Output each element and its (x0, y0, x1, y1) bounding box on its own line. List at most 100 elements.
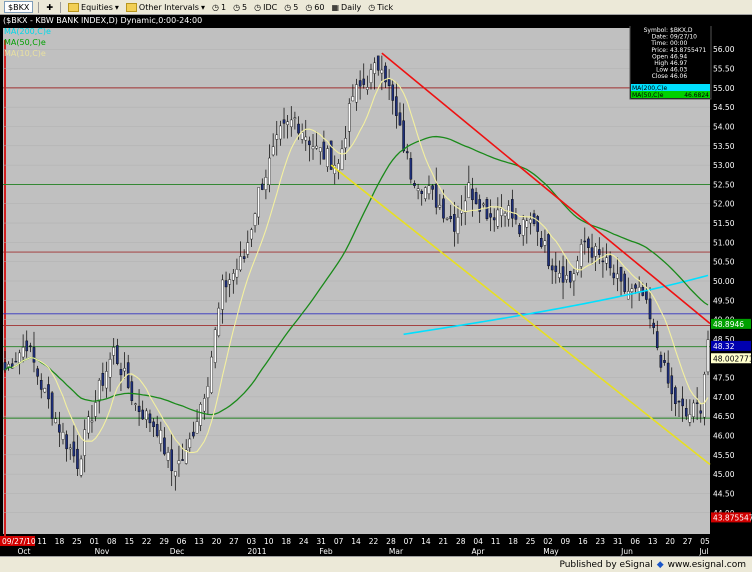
candle-body (666, 362, 670, 384)
candle-body (648, 298, 652, 320)
interval-5[interactable]: ◷ 5 (231, 3, 249, 12)
day-label: 20 (665, 537, 675, 546)
candle-body (507, 205, 510, 220)
day-label: 25 (526, 537, 536, 546)
candle-body (438, 204, 442, 208)
candle-body (123, 367, 126, 372)
candle-body (83, 429, 87, 456)
interval-1[interactable]: ◷ 1 (210, 3, 228, 12)
candle-body (482, 203, 485, 206)
data-window[interactable]: OK Symbol:$BKX,DDate:09/27/10Time:00:00P… (629, 26, 712, 100)
candle-body (29, 345, 32, 348)
month-label: Nov (95, 547, 110, 556)
candle-body (181, 459, 184, 461)
candle-body (14, 360, 18, 363)
candle-body (424, 187, 427, 199)
day-label: 27 (683, 537, 693, 546)
candle-body (612, 272, 616, 279)
candle-body (137, 405, 141, 412)
candle-body (210, 356, 213, 393)
toolbar: $BKX ✚ Equities ▾ Other Intervals ▾ ◷ 1 ◷… (0, 0, 752, 15)
price-tick-label: 53.00 (713, 161, 735, 170)
candle-body (373, 62, 376, 74)
candle-body (645, 291, 648, 300)
price-tick-label: 51.50 (713, 219, 735, 228)
candle-body (116, 345, 119, 364)
toolbar-separator (60, 1, 62, 13)
equities-menu[interactable]: Equities ▾ (66, 2, 121, 12)
candle-body (177, 460, 181, 465)
candle-body (684, 408, 688, 417)
day-label: 28 (456, 537, 466, 546)
candle-body (97, 380, 101, 402)
candle-body (351, 96, 355, 102)
other-intervals-menu[interactable]: Other Intervals ▾ (124, 2, 207, 12)
month-label: Apr (472, 547, 486, 556)
candle-body (39, 380, 43, 390)
price-chart[interactable]: 56.00 55.50 55.00 54.50 54.00 53.50 53.00 52.50… (0, 26, 752, 556)
candle-body (213, 329, 217, 363)
candle-body (467, 182, 471, 198)
clock-icon: ◷ (254, 2, 262, 12)
chart-title-bar: ($BKX - KBW BANK INDEX,D) Dynamic,0:00-2… (0, 15, 752, 26)
candle-body (152, 421, 155, 428)
clock-icon: ◷ (368, 2, 376, 12)
candle-body (192, 431, 195, 437)
month-label: 2011 (247, 547, 266, 556)
day-label: 14 (421, 537, 431, 546)
candle-body (369, 69, 373, 83)
interval-60[interactable]: ◷ 60 (303, 3, 326, 12)
candle-body (101, 373, 105, 386)
add-button[interactable]: ✚ (44, 3, 55, 12)
day-label: 27 (229, 537, 239, 546)
interval-tick[interactable]: ◷ Tick (366, 3, 395, 12)
candle-body (90, 420, 94, 423)
candle-body (199, 404, 202, 426)
candle-body (304, 136, 308, 141)
price-tick-label: 46.50 (713, 412, 735, 421)
folder-icon (68, 2, 80, 12)
candle-body (108, 359, 112, 378)
candle-body (271, 146, 275, 156)
candle-body (590, 247, 594, 258)
candle-body (565, 274, 568, 280)
candle-body (427, 185, 431, 195)
candle-body (608, 255, 612, 269)
candle-body (264, 177, 268, 190)
ma50-legend: MA(50,C)e (4, 38, 46, 47)
candle-body (623, 273, 626, 292)
candle-body (246, 242, 250, 255)
price-tick-label: 51.00 (713, 238, 735, 247)
day-label: 18 (508, 537, 518, 546)
interval-daily[interactable]: ▦ Daily (329, 3, 363, 12)
dw-row-value: 46.06 (670, 73, 687, 80)
price-flag-text: 48.002771 (713, 354, 752, 363)
candle-body (174, 471, 177, 477)
candle-body (130, 381, 134, 401)
candle-body (94, 402, 97, 417)
candle-body (224, 280, 228, 288)
month-label: Jun (620, 547, 633, 556)
candle-body (297, 123, 300, 134)
candle-body (492, 217, 496, 221)
candle-body (134, 403, 137, 405)
candle-body (318, 147, 322, 152)
candle-body (550, 265, 554, 271)
month-label: Mar (389, 547, 404, 556)
day-label: 28 (386, 537, 396, 546)
candle-body (119, 369, 123, 376)
candle-body (32, 347, 36, 363)
interval-5-b[interactable]: ◷ 5 (282, 3, 300, 12)
candle-body (485, 199, 489, 220)
interval-idc[interactable]: ◷ IDC (252, 3, 279, 12)
status-bar: Published by eSignal ◆ www.esignal.com (0, 556, 752, 572)
candle-body (163, 437, 166, 455)
day-label: 21 (439, 537, 449, 546)
symbol-field[interactable]: $BKX (4, 1, 34, 13)
day-label: 14 (351, 537, 361, 546)
candle-body (500, 208, 503, 216)
candle-body (569, 271, 572, 283)
candle-body (663, 360, 666, 363)
candle-body (355, 84, 358, 103)
candle-body (442, 198, 445, 219)
